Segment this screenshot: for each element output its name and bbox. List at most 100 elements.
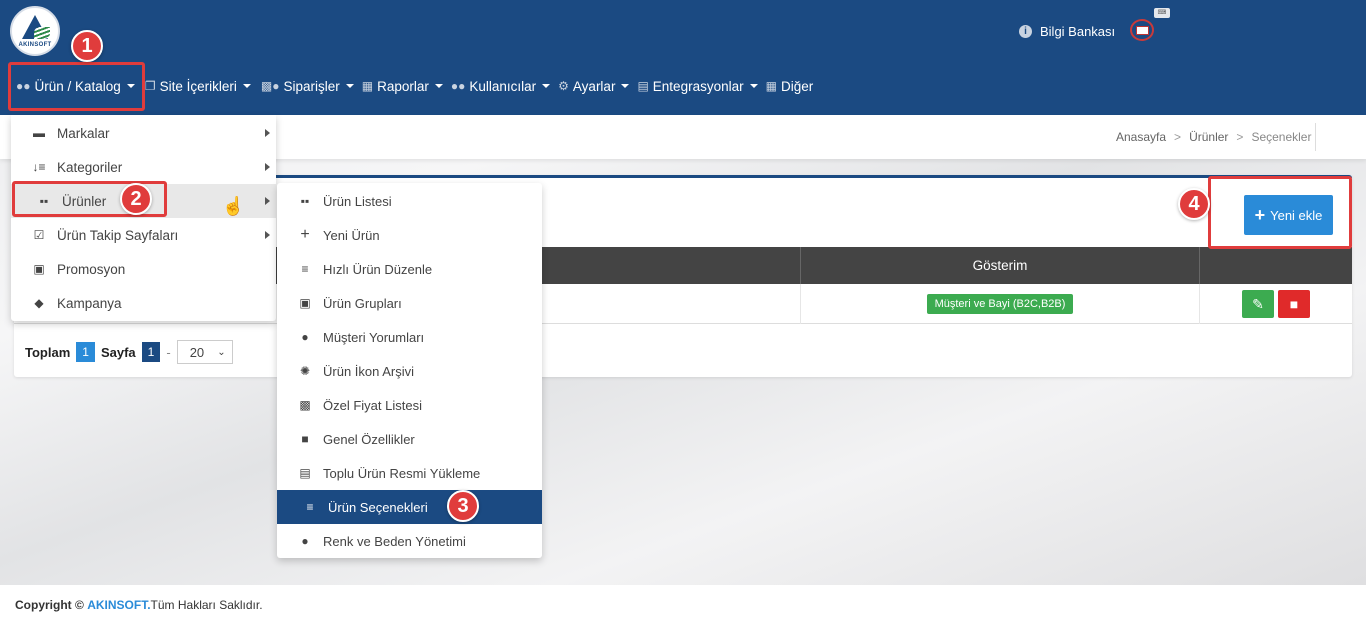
menu-item-kampanya[interactable]: ◆ Kampanya	[11, 286, 276, 320]
copy-icon: ❐	[144, 79, 156, 93]
page-number-badge[interactable]: 1	[141, 342, 161, 362]
submenu-item-label: Toplu Ürün Resmi Yükleme	[323, 465, 481, 481]
caret-down-icon	[542, 84, 551, 88]
nav-item-raporlar[interactable]: ▦ Raporlar	[362, 74, 447, 98]
pager-dash: -	[166, 344, 171, 360]
image-icon: ▤	[299, 466, 311, 480]
chevron-right-icon	[265, 197, 270, 205]
caret-down-icon	[345, 84, 354, 88]
submenu-item-label: Özel Fiyat Listesi	[323, 397, 422, 413]
atom-icon: ✺	[299, 364, 311, 378]
submenu-item-label: Müşteri Yorumları	[323, 329, 425, 345]
total-label: Toplam	[25, 344, 71, 360]
list-ol-icon: ≡	[306, 500, 314, 514]
caret-down-icon	[621, 84, 630, 88]
sitemap-icon: ▤	[637, 79, 649, 93]
edit-button[interactable]: ✎	[1242, 290, 1274, 318]
menu-item-kategoriler[interactable]: ↓≡ Kategoriler	[11, 150, 276, 184]
cell-gosterim: Müşteri ve Bayi (B2C,B2B)	[800, 284, 1200, 324]
column-header-gosterim[interactable]: Gösterim	[800, 247, 1200, 284]
cubes-icon: ▪▪	[300, 194, 310, 208]
breadcrumb-home[interactable]: Anasayfa	[1116, 130, 1166, 144]
logo-text: AKINSOFT	[18, 41, 52, 48]
copyright-label: Copyright ©	[15, 598, 84, 612]
submenu-item-label: Hızlı Ürün Düzenle	[323, 261, 433, 277]
submenu-item-label: Ürün Listesi	[323, 193, 392, 209]
submenu-item-urun-gruplari[interactable]: ▣ Ürün Grupları	[277, 286, 542, 320]
knowledge-base-link[interactable]: i Bilgi Bankası	[1019, 22, 1115, 40]
caret-down-icon	[242, 84, 251, 88]
money-icon: ▩	[299, 398, 311, 412]
submenu-item-label: Ürün Seçenekleri	[328, 499, 428, 515]
nav-label: Entegrasyonlar	[652, 78, 744, 94]
nav-item-diger[interactable]: ▦ Diğer	[766, 74, 814, 98]
list-icon: ≡	[301, 262, 309, 276]
annotation-badge-1: 1	[71, 30, 103, 62]
brand-link[interactable]: AKINSOFT.	[87, 598, 150, 612]
submenu-item-label: Ürün Grupları	[323, 295, 402, 311]
logo-mark-icon	[20, 14, 50, 41]
submenu-item-urun-secenekleri[interactable]: ≡ Ürün Seçenekleri	[277, 490, 542, 524]
hand-cursor-icon: ☝	[222, 196, 245, 216]
nav-item-siparisler[interactable]: ▩● Siparişler	[261, 74, 358, 98]
puzzle-icon: ■	[301, 432, 309, 446]
users-icon: ●●	[450, 79, 466, 93]
menu-item-promosyon[interactable]: ▣ Promosyon	[11, 252, 276, 286]
menu-item-urun-takip[interactable]: ☑ Ürün Takip Sayfaları	[11, 218, 276, 252]
menu-item-label: Ürün Takip Sayfaları	[57, 227, 179, 243]
knowledge-base-label: Bilgi Bankası	[1040, 23, 1116, 39]
submenu-item-label: Genel Özellikler	[323, 431, 415, 447]
menu-item-markalar[interactable]: ▬ Markalar	[11, 116, 276, 150]
gift-icon: ▣	[33, 262, 45, 276]
breadcrumb: Anasayfa > Ürünler > Seçenekler	[1116, 130, 1311, 144]
tags-icon: ◆	[34, 296, 44, 310]
grid-icon: ▦	[765, 79, 777, 93]
submenu-item-musteri-yorumlari[interactable]: ● Müşteri Yorumları	[277, 320, 542, 354]
submenu-item-toplu-resim[interactable]: ▤ Toplu Ürün Resmi Yükleme	[277, 456, 542, 490]
credit-card-icon: ▬	[33, 126, 45, 140]
submenu-item-hizli-duzenle[interactable]: ≡ Hızlı Ürün Düzenle	[277, 252, 542, 286]
nav-label: Diğer	[780, 78, 814, 94]
submenu-item-ikon-arsivi[interactable]: ✺ Ürün İkon Arşivi	[277, 354, 542, 388]
nav-item-site-icerikleri[interactable]: ❐ Site İçerikleri	[145, 74, 255, 98]
cubes-stack-icon: ●	[301, 534, 309, 548]
sort-icon: ↓≡	[32, 160, 46, 174]
gears-icon: ⚙	[558, 79, 569, 93]
nav-label: Kullanıcılar	[469, 78, 537, 94]
akinsoft-logo[interactable]: AKINSOFT	[10, 6, 60, 56]
copyright-text: Copyright © AKINSOFT.Tüm Hakları Saklıdı…	[15, 598, 263, 612]
annotation-badge-4: 4	[1178, 188, 1210, 220]
menu-item-label: Markalar	[57, 125, 110, 141]
breadcrumb-products[interactable]: Ürünler	[1189, 130, 1228, 144]
visibility-badge: Müşteri ve Bayi (B2C,B2B)	[926, 294, 1074, 314]
page-size-select[interactable]: 20 ⌄	[176, 340, 233, 364]
language-switcher[interactable]: ⌨	[1130, 8, 1170, 42]
submenu-item-urun-listesi[interactable]: ▪▪ Ürün Listesi	[277, 184, 542, 218]
top-header: AKINSOFT i Bilgi Bankası ⌨ ●● Ürün / Kat…	[0, 0, 1366, 115]
submenu-item-ozel-fiyat[interactable]: ▩ Özel Fiyat Listesi	[277, 388, 542, 422]
submenu-item-yeni-urun[interactable]: + Yeni Ürün	[277, 218, 542, 252]
nav-item-ayarlar[interactable]: ⚙ Ayarlar	[558, 74, 633, 98]
chevron-right-icon	[265, 231, 270, 239]
breadcrumb-separator: >	[1174, 130, 1182, 144]
rights-text: Tüm Hakları Saklıdır.	[150, 598, 263, 612]
info-icon: i	[1019, 24, 1032, 38]
submenu-item-renk-beden[interactable]: ● Renk ve Beden Yönetimi	[277, 524, 542, 558]
submenu-item-label: Renk ve Beden Yönetimi	[323, 533, 466, 549]
nav-item-kullanicilar[interactable]: ●● Kullanıcılar	[451, 74, 554, 98]
nav-item-entegrasyonlar[interactable]: ▤ Entegrasyonlar	[637, 74, 761, 98]
breadcrumb-current: Seçenekler	[1251, 130, 1312, 144]
annotation-badge-3: 3	[447, 490, 479, 522]
annotation-highlight-1	[8, 62, 145, 111]
delete-button[interactable]: ■	[1278, 290, 1310, 318]
annotation-badge-2: 2	[120, 183, 152, 215]
total-count-badge: 1	[76, 342, 95, 362]
menu-item-label: Kategoriler	[57, 159, 123, 175]
plus-icon: +	[300, 226, 310, 243]
submenu-item-genel-ozellikler[interactable]: ■ Genel Özellikler	[277, 422, 542, 456]
divider	[1315, 123, 1316, 151]
truck-icon: ▩●	[260, 79, 280, 93]
nav-label: Siparişler	[283, 78, 340, 94]
calendar-check-icon: ☑	[33, 228, 45, 242]
nav-label: Ayarlar	[572, 78, 616, 94]
